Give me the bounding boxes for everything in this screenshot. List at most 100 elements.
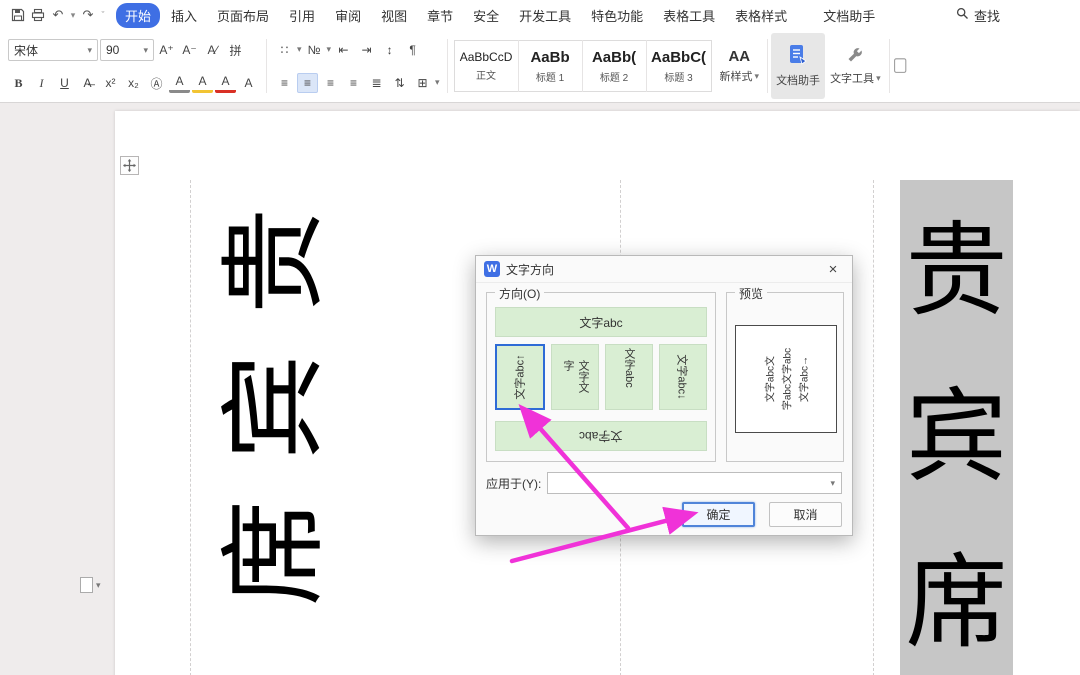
wrench-icon [846,46,864,67]
option-vertical-mixed[interactable]: 文字abc [605,344,653,410]
apply-to-label: 应用于(Y): [486,476,542,491]
rotated-character: 贵 [217,208,334,314]
style-gallery: AaBbCcD 正文 AaBb 标题 1 AaBb( 标题 2 AaBbC( 标… [453,40,712,92]
caret-down-icon[interactable]: ▾ [435,77,440,88]
decrease-indent-button[interactable]: ⇤ [333,40,354,60]
more-chevron-icon[interactable]: ˇ [98,4,108,26]
justify-button[interactable]: ≡ [343,73,364,93]
undo-icon[interactable]: ↶ [48,4,68,26]
numbering-button[interactable]: № [304,40,325,60]
increase-indent-button[interactable]: ⇥ [356,40,377,60]
sort-button[interactable]: ↕ [379,40,400,60]
preview-group-label: 预览 [735,285,768,302]
cancel-button[interactable]: 取消 [769,502,842,527]
find-button[interactable]: 查找 [956,6,1000,25]
option-rotate-180[interactable]: 文字abc [495,421,707,451]
cropped-ribbon-button[interactable] [893,33,909,99]
option-vertical-rotate-left[interactable]: 文字abc↑ [495,344,545,410]
option-label: 文字abc↓ [676,354,688,400]
option-label: 文字abc [579,428,623,443]
line-spacing-button[interactable]: ⇅ [389,73,410,93]
tab-table-tools[interactable]: 表格工具 [654,3,724,28]
subscript-button[interactable]: x₂ [123,73,144,93]
dialog-title: 文字方向 [506,262,555,277]
new-style-button[interactable]: AA 新样式 ▾ [715,33,765,99]
dialog-buttons: 确定 取消 [682,502,842,527]
tab-section[interactable]: 章节 [418,3,462,28]
selected-character: 贵 [905,216,1008,330]
rotated-text-column: 贵 宾 席 [203,195,334,633]
dialog-titlebar[interactable]: W 文字方向 × [476,256,852,283]
enclose-character-button[interactable]: A [238,73,259,93]
strikethrough-button[interactable]: A̶ [77,73,98,93]
style-heading-3[interactable]: AaBbC( 标题 3 [647,40,711,92]
option-label: 文字abc↑ [515,354,527,400]
increase-font-button[interactable]: A⁺ [156,40,177,60]
bold-button[interactable]: B [8,73,29,93]
caret-down-icon: ▾ [830,477,835,488]
doc-assistant-button[interactable]: 文档助手 [771,33,826,99]
vertical-options-row: 文字abc↑ 文字文字 文字abc 文字abc↓ [495,344,707,410]
align-right-button[interactable]: ≡ [320,73,341,93]
table-move-handle[interactable] [120,156,139,175]
tab-table-style[interactable]: 表格样式 [726,3,796,28]
new-style-label: 新样式 [719,71,753,83]
save-icon[interactable] [8,4,28,26]
style-heading-1[interactable]: AaBb 标题 1 [519,40,583,92]
character-border-button[interactable]: Ⓐ [146,73,167,93]
preview-group: 预览 文字abc文 字abc文字abc 文字abc→ [726,285,844,462]
ok-button[interactable]: 确定 [682,502,755,527]
decrease-font-button[interactable]: A⁻ [179,40,200,60]
preview-line: 字abc文字abc [782,347,794,411]
option-vertical-rotate-right[interactable]: 文字abc↓ [659,344,707,410]
borders-button[interactable]: ⊞ [412,73,433,93]
character-shading-button[interactable]: A [169,73,190,93]
show-paragraph-marks-button[interactable]: ¶ [402,40,423,60]
style-name: 标题 2 [599,72,629,84]
option-horizontal[interactable]: 文字abc [495,307,707,337]
wps-logo-icon: W [484,261,500,277]
caret-down-icon[interactable]: ▾ [297,44,302,55]
redo-icon[interactable]: ↷ [78,4,98,26]
style-name: 标题 1 [535,72,565,84]
text-tool-button[interactable]: 文字工具 ▾ [825,33,886,99]
tab-features[interactable]: 特色功能 [582,3,652,28]
tab-home[interactable]: 开始 [116,2,161,28]
bullets-button[interactable]: ∷ [274,40,295,60]
style-name: 正文 [476,71,497,82]
tab-developer[interactable]: 开发工具 [510,3,580,28]
clear-format-button[interactable]: A∕ [202,40,223,60]
phonetic-guide-button[interactable]: 拼 [225,40,246,60]
tab-page-layout[interactable]: 页面布局 [208,3,278,28]
tab-review[interactable]: 审阅 [326,3,370,28]
style-heading-2[interactable]: AaBb( 标题 2 [583,40,647,92]
tab-insert[interactable]: 插入 [162,3,206,28]
option-vertical-upright[interactable]: 文字文字 [551,344,599,410]
page-options-button[interactable]: ▾ [80,577,101,593]
align-left-button[interactable]: ≡ [274,73,295,93]
tab-security[interactable]: 安全 [464,3,508,28]
superscript-button[interactable]: x² [100,73,121,93]
tab-references[interactable]: 引用 [280,3,324,28]
caret-down-icon: ▾ [96,579,101,590]
font-size-combo[interactable]: 90 ▾ [100,39,154,61]
distribute-button[interactable]: ≣ [366,73,387,93]
align-center-button[interactable]: ≡ [297,72,318,93]
tab-view[interactable]: 视图 [372,3,416,28]
print-icon[interactable] [28,4,48,26]
close-icon[interactable]: × [822,261,844,278]
caret-down-icon[interactable]: ▾ [327,44,332,55]
style-normal[interactable]: AaBbCcD 正文 [455,40,519,92]
undo-caret-icon[interactable]: ▾ [68,4,78,26]
style-sample: AaBb( [591,48,637,66]
direction-group: 方向(O) 文字abc 文字abc↑ 文字文字 文字abc 文字abc↓ 文字a… [486,285,716,462]
highlight-color-button[interactable]: A [192,73,213,93]
apply-to-dropdown[interactable]: ▾ [547,472,842,494]
underline-button[interactable]: U [54,73,75,93]
page-icon [80,577,93,593]
style-name: 标题 3 [664,72,693,84]
tab-doc-assistant[interactable]: 文档助手 [814,3,884,28]
font-name-combo[interactable]: 宋体 ▾ [8,39,98,61]
font-color-button[interactable]: A [215,73,236,93]
italic-button[interactable]: I [31,73,52,93]
